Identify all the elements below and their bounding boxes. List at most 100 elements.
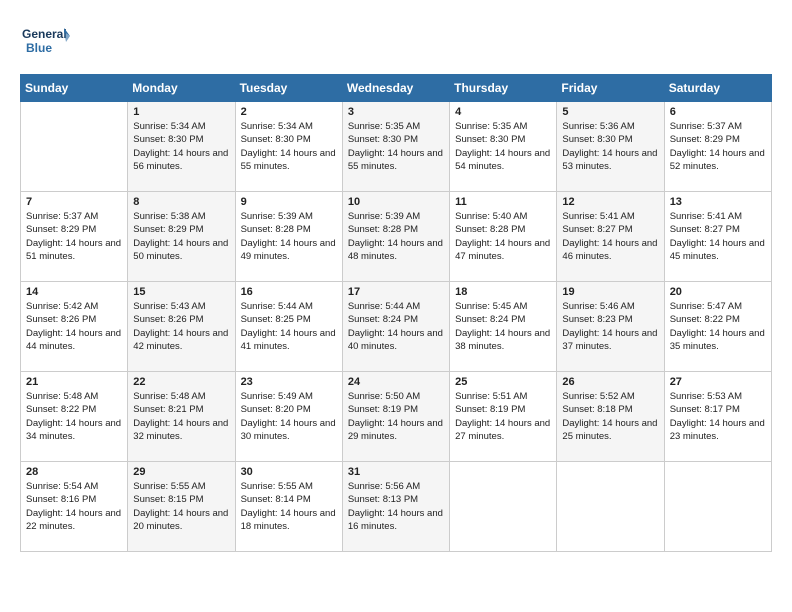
calendar-cell: 18 Sunrise: 5:45 AMSunset: 8:24 PMDayligh… — [450, 282, 557, 372]
cell-content: Sunrise: 5:34 AMSunset: 8:30 PMDaylight:… — [241, 120, 337, 173]
day-number: 1 — [133, 106, 229, 118]
week-row-4: 21 Sunrise: 5:48 AMSunset: 8:22 PMDayligh… — [21, 372, 772, 462]
day-number: 28 — [26, 466, 122, 478]
calendar-cell — [664, 462, 771, 552]
cell-content: Sunrise: 5:37 AMSunset: 8:29 PMDaylight:… — [670, 120, 766, 173]
week-row-1: 1 Sunrise: 5:34 AMSunset: 8:30 PMDaylight… — [21, 102, 772, 192]
logo: General Blue — [20, 20, 70, 64]
cell-content: Sunrise: 5:48 AMSunset: 8:22 PMDaylight:… — [26, 390, 122, 443]
day-number: 15 — [133, 286, 229, 298]
day-header-tuesday: Tuesday — [235, 75, 342, 102]
day-header-friday: Friday — [557, 75, 664, 102]
day-number: 21 — [26, 376, 122, 388]
calendar-cell: 29Sunrise: 5:55 AMSunset: 8:15 PMDayligh… — [128, 462, 235, 552]
day-number: 20 — [670, 286, 766, 298]
cell-content: Sunrise: 5:39 AMSunset: 8:28 PMDaylight:… — [348, 210, 444, 263]
cell-content: Sunrise: 5:37 AMSunset: 8:29 PMDaylight:… — [26, 210, 122, 263]
calendar-cell: 10 Sunrise: 5:39 AMSunset: 8:28 PMDayligh… — [342, 192, 449, 282]
day-number: 24 — [348, 376, 444, 388]
week-row-2: 7 Sunrise: 5:37 AMSunset: 8:29 PMDaylight… — [21, 192, 772, 282]
cell-content: Sunrise: 5:44 AMSunset: 8:24 PMDaylight:… — [348, 300, 444, 353]
day-number: 13 — [670, 196, 766, 208]
day-number: 31 — [348, 466, 444, 478]
calendar-cell: 21 Sunrise: 5:48 AMSunset: 8:22 PMDayligh… — [21, 372, 128, 462]
cell-content: Sunrise: 5:56 AMSunset: 8:13 PMDaylight:… — [348, 480, 444, 533]
calendar-cell: 24Sunrise: 5:50 AMSunset: 8:19 PMDayligh… — [342, 372, 449, 462]
cell-content: Sunrise: 5:35 AMSunset: 8:30 PMDaylight:… — [455, 120, 551, 173]
calendar-header-row: SundayMondayTuesdayWednesdayThursdayFrid… — [21, 75, 772, 102]
calendar-table: SundayMondayTuesdayWednesdayThursdayFrid… — [20, 74, 772, 552]
day-header-wednesday: Wednesday — [342, 75, 449, 102]
cell-content: Sunrise: 5:39 AMSunset: 8:28 PMDaylight:… — [241, 210, 337, 263]
day-header-sunday: Sunday — [21, 75, 128, 102]
svg-text:General: General — [22, 27, 67, 41]
day-header-thursday: Thursday — [450, 75, 557, 102]
calendar-cell: 6 Sunrise: 5:37 AMSunset: 8:29 PMDaylight… — [664, 102, 771, 192]
calendar-body: 1 Sunrise: 5:34 AMSunset: 8:30 PMDaylight… — [21, 102, 772, 552]
day-number: 4 — [455, 106, 551, 118]
calendar-cell: 9 Sunrise: 5:39 AMSunset: 8:28 PMDaylight… — [235, 192, 342, 282]
calendar-cell: 28 Sunrise: 5:54 AMSunset: 8:16 PMDayligh… — [21, 462, 128, 552]
calendar-cell: 31 Sunrise: 5:56 AMSunset: 8:13 PMDayligh… — [342, 462, 449, 552]
day-number: 12 — [562, 196, 658, 208]
day-number: 9 — [241, 196, 337, 208]
day-number: 23 — [241, 376, 337, 388]
page-header: General Blue — [20, 20, 772, 64]
cell-content: Sunrise: 5:42 AMSunset: 8:26 PMDaylight:… — [26, 300, 122, 353]
day-number: 2 — [241, 106, 337, 118]
calendar-cell: 11Sunrise: 5:40 AMSunset: 8:28 PMDayligh… — [450, 192, 557, 282]
calendar-cell: 13Sunrise: 5:41 AMSunset: 8:27 PMDayligh… — [664, 192, 771, 282]
cell-content: Sunrise: 5:48 AMSunset: 8:21 PMDaylight:… — [133, 390, 229, 443]
day-number: 14 — [26, 286, 122, 298]
calendar-cell: 16Sunrise: 5:44 AMSunset: 8:25 PMDayligh… — [235, 282, 342, 372]
day-number: 19 — [562, 286, 658, 298]
day-number: 8 — [133, 196, 229, 208]
calendar-cell — [450, 462, 557, 552]
calendar-cell: 12 Sunrise: 5:41 AMSunset: 8:27 PMDayligh… — [557, 192, 664, 282]
cell-content: Sunrise: 5:51 AMSunset: 8:19 PMDaylight:… — [455, 390, 551, 443]
calendar-cell: 23 Sunrise: 5:49 AMSunset: 8:20 PMDayligh… — [235, 372, 342, 462]
calendar-cell: 25 Sunrise: 5:51 AMSunset: 8:19 PMDayligh… — [450, 372, 557, 462]
day-number: 18 — [455, 286, 551, 298]
day-number: 30 — [241, 466, 337, 478]
cell-content: Sunrise: 5:55 AMSunset: 8:14 PMDaylight:… — [241, 480, 337, 533]
calendar-cell: 1Sunrise: 5:34 AMSunset: 8:30 PMDaylight… — [128, 102, 235, 192]
day-header-saturday: Saturday — [664, 75, 771, 102]
day-number: 7 — [26, 196, 122, 208]
day-number: 26 — [562, 376, 658, 388]
calendar-cell: 8 Sunrise: 5:38 AMSunset: 8:29 PMDaylight… — [128, 192, 235, 282]
cell-content: Sunrise: 5:55 AMSunset: 8:15 PMDaylight:… — [133, 480, 229, 533]
calendar-cell: 20Sunrise: 5:47 AMSunset: 8:22 PMDayligh… — [664, 282, 771, 372]
calendar-cell: 27 Sunrise: 5:53 AMSunset: 8:17 PMDayligh… — [664, 372, 771, 462]
calendar-cell: 3 Sunrise: 5:35 AMSunset: 8:30 PMDaylight… — [342, 102, 449, 192]
calendar-cell: 26 Sunrise: 5:52 AMSunset: 8:18 PMDayligh… — [557, 372, 664, 462]
day-number: 11 — [455, 196, 551, 208]
cell-content: Sunrise: 5:45 AMSunset: 8:24 PMDaylight:… — [455, 300, 551, 353]
cell-content: Sunrise: 5:43 AMSunset: 8:26 PMDaylight:… — [133, 300, 229, 353]
cell-content: Sunrise: 5:38 AMSunset: 8:29 PMDaylight:… — [133, 210, 229, 263]
day-number: 17 — [348, 286, 444, 298]
cell-content: Sunrise: 5:35 AMSunset: 8:30 PMDaylight:… — [348, 120, 444, 173]
day-number: 6 — [670, 106, 766, 118]
cell-content: Sunrise: 5:36 AMSunset: 8:30 PMDaylight:… — [562, 120, 658, 173]
calendar-cell — [21, 102, 128, 192]
day-number: 5 — [562, 106, 658, 118]
calendar-cell: 4 Sunrise: 5:35 AMSunset: 8:30 PMDaylight… — [450, 102, 557, 192]
day-number: 27 — [670, 376, 766, 388]
day-number: 10 — [348, 196, 444, 208]
cell-content: Sunrise: 5:46 AMSunset: 8:23 PMDaylight:… — [562, 300, 658, 353]
cell-content: Sunrise: 5:49 AMSunset: 8:20 PMDaylight:… — [241, 390, 337, 443]
cell-content: Sunrise: 5:53 AMSunset: 8:17 PMDaylight:… — [670, 390, 766, 443]
calendar-cell: 2 Sunrise: 5:34 AMSunset: 8:30 PMDaylight… — [235, 102, 342, 192]
calendar-cell: 7 Sunrise: 5:37 AMSunset: 8:29 PMDaylight… — [21, 192, 128, 282]
day-number: 22 — [133, 376, 229, 388]
cell-content: Sunrise: 5:52 AMSunset: 8:18 PMDaylight:… — [562, 390, 658, 443]
cell-content: Sunrise: 5:41 AMSunset: 8:27 PMDaylight:… — [562, 210, 658, 263]
day-number: 25 — [455, 376, 551, 388]
calendar-cell: 14 Sunrise: 5:42 AMSunset: 8:26 PMDayligh… — [21, 282, 128, 372]
week-row-5: 28 Sunrise: 5:54 AMSunset: 8:16 PMDayligh… — [21, 462, 772, 552]
calendar-cell: 17 Sunrise: 5:44 AMSunset: 8:24 PMDayligh… — [342, 282, 449, 372]
day-number: 3 — [348, 106, 444, 118]
cell-content: Sunrise: 5:54 AMSunset: 8:16 PMDaylight:… — [26, 480, 122, 533]
cell-content: Sunrise: 5:44 AMSunset: 8:25 PMDaylight:… — [241, 300, 337, 353]
